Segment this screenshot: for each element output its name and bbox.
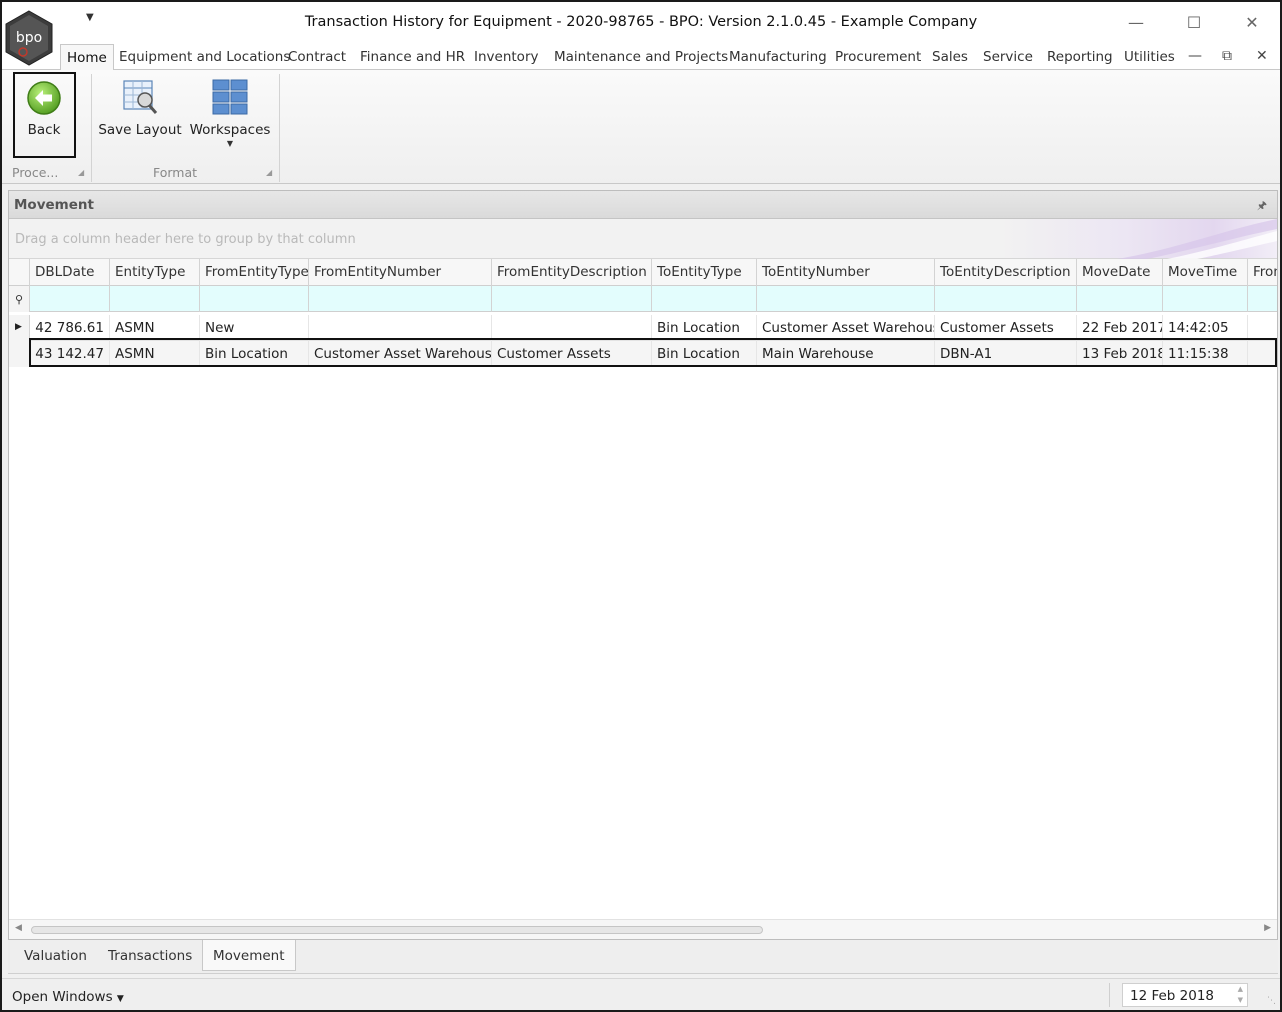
col-header-movetime[interactable]: MoveTime <box>1163 259 1248 286</box>
group-by-panel[interactable]: Drag a column header here to group by th… <box>9 219 1277 259</box>
back-arrow-icon <box>27 81 61 115</box>
col-header-toentitydescription[interactable]: ToEntityDescription <box>935 259 1077 286</box>
workspaces-button[interactable]: Workspaces ▼ <box>190 78 270 148</box>
filter-cell[interactable] <box>200 286 309 312</box>
tab-sales[interactable]: Sales <box>932 49 968 65</box>
save-layout-button[interactable]: Save Layout <box>98 78 182 138</box>
tab-contract[interactable]: Contract <box>288 49 346 65</box>
save-layout-label: Save Layout <box>98 122 182 138</box>
row-indicator[interactable]: ▶ <box>9 315 30 341</box>
status-bar: Open Windows ▼ 12 Feb 2018 ▲ ▼ ⋱ <box>2 978 1280 1010</box>
col-header-entitytype[interactable]: EntityType <box>110 259 200 286</box>
close-button[interactable]: ✕ <box>1232 8 1272 36</box>
tab-equipment-and-locations[interactable]: Equipment and Locations <box>119 49 290 65</box>
col-header-movedate[interactable]: MoveDate <box>1077 259 1163 286</box>
filter-cell[interactable] <box>1248 286 1277 312</box>
format-group-launcher-icon[interactable]: ◢ <box>266 168 272 177</box>
save-layout-icon <box>123 80 158 114</box>
resize-grip-icon[interactable]: ⋱ <box>1267 996 1276 1006</box>
bpo-logo-icon[interactable]: bpo <box>4 10 54 66</box>
header-indicator-cell <box>9 259 30 286</box>
filter-cell[interactable] <box>492 286 652 312</box>
col-header-fromentity-truncated[interactable]: Fron <box>1248 259 1277 286</box>
date-field[interactable]: 12 Feb 2018 ▲ ▼ <box>1122 983 1248 1007</box>
tab-movement[interactable]: Movement <box>202 940 296 971</box>
back-button[interactable]: Back <box>22 80 66 138</box>
filter-pin-icon: ⚲ <box>9 286 30 312</box>
process-group-label: Proce... <box>12 165 59 180</box>
spin-up-icon[interactable]: ▲ <box>1238 985 1243 993</box>
col-header-fromentitynumber[interactable]: FromEntityNumber <box>309 259 492 286</box>
mdi-minimize-icon[interactable]: — <box>1188 48 1202 64</box>
status-separator <box>1109 983 1110 1007</box>
format-group-label: Format <box>153 165 198 180</box>
tab-manufacturing[interactable]: Manufacturing <box>729 49 827 65</box>
scrollbar-thumb[interactable] <box>31 926 763 934</box>
decorative-swoosh <box>1117 219 1277 259</box>
tab-procurement[interactable]: Procurement <box>835 49 921 65</box>
tab-maintenance-and-projects[interactable]: Maintenance and Projects <box>554 49 728 65</box>
panel-title: Movement <box>14 197 94 213</box>
filter-cell[interactable] <box>757 286 935 312</box>
grid-header-row: DBLDate EntityType FromEntityType FromEn… <box>9 259 1277 286</box>
filter-cell[interactable] <box>110 286 200 312</box>
horizontal-scrollbar[interactable]: ◀ ▶ <box>9 919 1277 939</box>
filter-cell[interactable] <box>1077 286 1163 312</box>
workspaces-dropdown-icon[interactable]: ▼ <box>227 139 233 148</box>
window-title: Transaction History for Equipment - 2020… <box>304 14 978 30</box>
row-indicator[interactable] <box>9 341 30 367</box>
mdi-close-icon[interactable]: ✕ <box>1256 48 1268 64</box>
tab-finance-and-hr[interactable]: Finance and HR <box>360 49 465 65</box>
ribbon: Back Proce... ◢ Save Layout Workspaces ▼… <box>2 70 1280 184</box>
panel-header: Movement 🖈 <box>9 191 1277 219</box>
date-value: 12 Feb 2018 <box>1130 988 1215 1004</box>
maximize-button[interactable]: ☐ <box>1174 8 1214 36</box>
process-group-launcher-icon[interactable]: ◢ <box>78 168 84 177</box>
workspaces-icon <box>212 79 248 115</box>
back-label: Back <box>27 122 61 138</box>
tab-reporting[interactable]: Reporting <box>1047 49 1113 65</box>
row-highlight-box <box>29 338 1277 367</box>
chevron-down-icon: ▼ <box>116 994 124 1004</box>
grid-filter-row: ⚲ <box>9 286 1277 312</box>
movement-panel: Movement 🖈 Drag a column header here to … <box>8 190 1278 940</box>
col-header-dbldate[interactable]: DBLDate <box>30 259 110 286</box>
filter-cell[interactable] <box>309 286 492 312</box>
spin-down-icon[interactable]: ▼ <box>1238 996 1243 1004</box>
workspaces-label: Workspaces <box>189 122 271 138</box>
tab-inventory[interactable]: Inventory <box>474 49 538 65</box>
tab-transactions[interactable]: Transactions <box>98 940 202 971</box>
open-windows-label: Open Windows <box>12 989 113 1005</box>
ribbon-tab-bar: Home Equipment and Locations Contract Fi… <box>2 44 1280 71</box>
col-header-fromentitytype[interactable]: FromEntityType <box>200 259 309 286</box>
minimize-button[interactable]: — <box>1116 8 1156 36</box>
logo-text: bpo <box>16 30 42 46</box>
current-row-arrow-icon: ▶ <box>15 322 22 332</box>
col-header-fromentitydescription[interactable]: FromEntityDescription <box>492 259 652 286</box>
filter-cell[interactable] <box>652 286 757 312</box>
application-window: ▼ Transaction History for Equipment - 20… <box>0 0 1282 1012</box>
tab-valuation[interactable]: Valuation <box>14 940 97 971</box>
scroll-left-icon[interactable]: ◀ <box>15 923 22 933</box>
tab-home[interactable]: Home <box>60 44 114 71</box>
col-header-toentitytype[interactable]: ToEntityType <box>652 259 757 286</box>
scroll-right-icon[interactable]: ▶ <box>1264 923 1271 933</box>
tab-service[interactable]: Service <box>983 49 1033 65</box>
filter-cell[interactable] <box>935 286 1077 312</box>
title-bar: ▼ Transaction History for Equipment - 20… <box>2 2 1280 44</box>
col-header-toentitynumber[interactable]: ToEntityNumber <box>757 259 935 286</box>
filter-cell[interactable] <box>30 286 110 312</box>
group-by-hint: Drag a column header here to group by th… <box>15 232 356 247</box>
pin-icon[interactable]: 🖈 <box>1257 197 1267 216</box>
bottom-tab-bar: Valuation Transactions Movement <box>8 940 1278 974</box>
open-windows-button[interactable]: Open Windows ▼ <box>12 989 124 1005</box>
mdi-restore-icon[interactable]: ⧉ <box>1222 48 1232 64</box>
ribbon-group-separator <box>279 74 280 182</box>
ribbon-group-separator <box>91 74 92 182</box>
filter-cell[interactable] <box>1163 286 1248 312</box>
tab-utilities[interactable]: Utilities <box>1124 49 1175 65</box>
